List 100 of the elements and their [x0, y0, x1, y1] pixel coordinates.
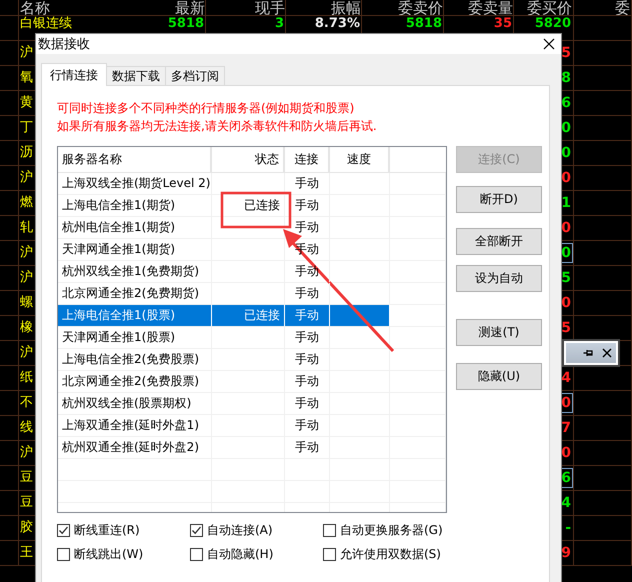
instrument-name: 沪	[20, 44, 33, 62]
quote-value: 35	[492, 16, 513, 31]
quote-value: -	[564, 519, 572, 537]
dialog-button[interactable]: 设为自动	[456, 265, 542, 292]
instrument-name: 沪	[20, 344, 33, 362]
column-header[interactable]: 状态	[212, 147, 285, 172]
quote-value: 0	[560, 444, 572, 462]
table-cell: 已连接	[212, 195, 285, 216]
table-cell: 北京网通全推2(免费股票)	[58, 371, 212, 392]
quote-value: 0	[560, 294, 572, 312]
instrument-name: 沪	[20, 244, 33, 262]
table-cell: 北京网通全推2(免费期货)	[58, 283, 212, 304]
quote-value: 5818	[404, 16, 443, 31]
quote-value: 8	[560, 69, 572, 87]
table-cell: 手动	[285, 349, 330, 370]
table-row[interactable]: 天津网通全推1(股票) 手动	[58, 327, 446, 349]
checkbox-label[interactable]: 允许使用双数据(S)	[340, 546, 441, 562]
column-header[interactable]: 连接	[285, 147, 330, 172]
table-cell: 杭州双通全推(延时外盘2)	[58, 437, 212, 458]
close-icon[interactable]	[602, 348, 612, 358]
quote-value: 4	[560, 494, 572, 512]
table-row[interactable]: 上海双线全推(期货Level 2) 手动	[58, 173, 446, 195]
instrument-name: 王	[20, 544, 33, 562]
instrument-name: 胶	[20, 519, 33, 537]
table-cell: 手动	[285, 283, 330, 304]
table-row[interactable]: 杭州双线全推(股票期权) 手动	[58, 393, 446, 415]
table-cell: 上海电信全推1(期货)	[58, 195, 212, 216]
instrument-name: 氧	[20, 69, 33, 87]
instrument-name: 沪	[20, 169, 33, 187]
table-cell: 天津网通全推1(股票)	[58, 327, 212, 348]
quote-value: 5	[560, 269, 572, 287]
close-icon[interactable]	[543, 38, 555, 50]
table-cell: 杭州电信全推1(期货)	[58, 217, 212, 238]
table-cell: 手动	[285, 305, 330, 326]
quote-value: 0	[560, 144, 572, 162]
table-cell: 上海电信全推1(股票)	[58, 305, 212, 326]
warning-text: 可同时连接多个不同种类的行情服务器(例如期货和股票)	[57, 100, 356, 117]
quote-value: 0	[560, 394, 572, 412]
checkbox[interactable]	[190, 524, 203, 536]
column-header: 委	[574, 0, 632, 15]
instrument-name: 沥	[20, 144, 33, 162]
instrument-name: 豆	[20, 494, 33, 512]
quote-value: 5820	[534, 16, 572, 31]
dialog-button[interactable]: 测速(T)	[456, 319, 542, 346]
instrument-name: 豆	[20, 469, 33, 487]
instrument-name: 黄	[20, 94, 33, 112]
table-row[interactable]: 上海电信全推2(免费股票) 手动	[58, 349, 446, 371]
table-cell: 上海电信全推2(免费股票)	[58, 349, 212, 370]
table-cell: 上海双线全推(期货Level 2)	[58, 173, 212, 194]
tab[interactable]: 多档订阅	[165, 66, 225, 86]
column-header: 委卖量	[444, 0, 514, 15]
column-header: 振幅	[286, 0, 362, 15]
checkbox-label[interactable]: 断线跳出(W)	[74, 546, 144, 562]
instrument-name: 白银连续	[20, 16, 72, 31]
instrument-name: 纸	[20, 369, 33, 387]
table-row[interactable]: 上海双通全推(延时外盘1) 手动	[58, 415, 446, 437]
table-row[interactable]: 杭州双通全推(延时外盘2) 手动	[58, 437, 446, 459]
quote-value: 0	[560, 219, 572, 237]
highlight-rectangle	[220, 192, 292, 228]
instrument-name: 燃	[20, 194, 33, 212]
table-row[interactable]: 上海电信全推1(期货) 已连接 手动	[58, 195, 446, 217]
dialog-button[interactable]: 断开D)	[456, 186, 542, 213]
instrument-name: 螺	[20, 294, 33, 312]
checkbox[interactable]	[57, 548, 70, 560]
column-header: 委卖价	[362, 0, 444, 15]
checkbox[interactable]	[57, 524, 70, 536]
checkbox[interactable]	[323, 524, 336, 536]
pin-icon[interactable]	[583, 348, 594, 358]
instrument-name: 沪	[20, 269, 33, 287]
warning-text: 如果所有服务器均无法连接,请关闭杀毒软件和防火墙后再试.	[57, 118, 378, 135]
table-row[interactable]: 上海电信全推1(股票) 已连接 手动	[58, 305, 446, 327]
quote-value: 7	[560, 419, 572, 437]
quote-value: 5	[560, 319, 572, 337]
checkbox-label[interactable]: 断线重连(R)	[74, 522, 140, 538]
table-row[interactable]: 北京网通全推2(免费股票) 手动	[58, 371, 446, 393]
dialog-button[interactable]: 隐藏(U)	[456, 363, 542, 390]
column-header[interactable]: 服务器名称	[58, 147, 212, 172]
table-row[interactable]: 杭州双线全推1(免费期货) 手动	[58, 261, 446, 283]
window-title: 数据接收	[38, 36, 90, 53]
quote-value: 4	[560, 369, 572, 387]
dialog-button[interactable]: 全部断开	[456, 228, 542, 255]
instrument-name: 丁	[20, 119, 33, 137]
quote-value: 1	[560, 194, 572, 212]
quote-value: 0	[560, 244, 572, 262]
table-cell: 手动	[285, 415, 330, 436]
checkbox-label[interactable]: 自动更换服务器(G)	[340, 522, 443, 538]
column-header[interactable]: 速度	[330, 147, 390, 172]
table-cell: 杭州双线全推1(免费期货)	[58, 261, 212, 282]
quote-value: 9	[560, 544, 572, 562]
table-cell: 手动	[285, 195, 330, 216]
checkbox-label[interactable]: 自动连接(A)	[207, 522, 273, 538]
quote-value: 5	[560, 44, 572, 62]
tab[interactable]: 行情连接	[41, 63, 107, 86]
checkbox[interactable]	[190, 548, 203, 560]
instrument-name: 轧	[20, 219, 33, 237]
table-cell: 手动	[285, 327, 330, 348]
table-cell: 手动	[285, 261, 330, 282]
table-cell: 上海双通全推(延时外盘1)	[58, 415, 212, 436]
checkbox[interactable]	[323, 548, 336, 560]
checkbox-label[interactable]: 自动隐藏(H)	[207, 546, 274, 562]
